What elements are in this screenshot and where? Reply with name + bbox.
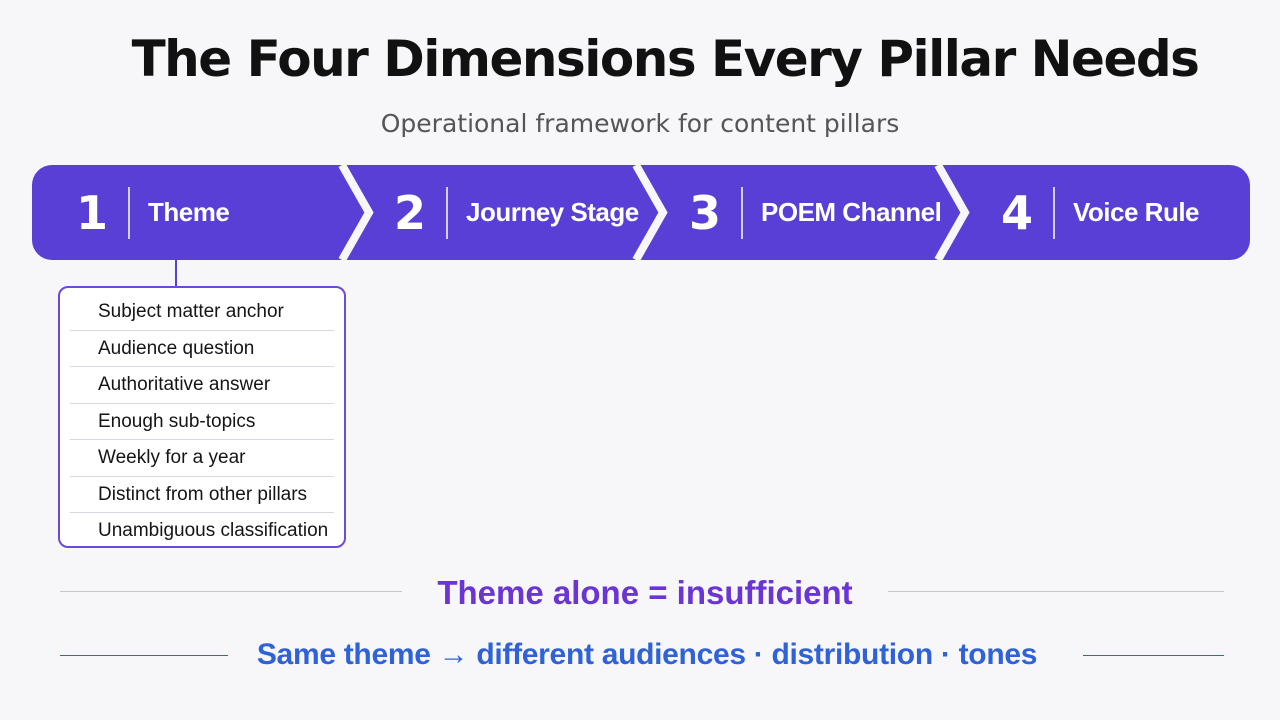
- step-number: 1: [75, 185, 108, 240]
- theme-criteria-card: Subject matter anchor Audience question …: [58, 286, 346, 548]
- step-journey-stage: 2 Journey Stage: [388, 165, 639, 260]
- list-item: Audience question: [70, 331, 334, 367]
- step-theme: 1 Theme: [70, 165, 230, 260]
- list-item: Unambiguous classification: [98, 520, 329, 541]
- callout-same-theme: Same theme → different audiences · distr…: [256, 638, 1038, 671]
- list-item: Enough sub-topics: [70, 404, 334, 440]
- callout-theme-insufficient: Theme alone = insufficient: [437, 574, 853, 611]
- theme-connector: [175, 260, 177, 288]
- chevron-separator-3: [934, 165, 970, 260]
- list-item: Weekly for a year: [70, 440, 334, 477]
- step-number: 4: [1000, 185, 1033, 240]
- chevron-separator-1: [338, 165, 374, 260]
- step-label: POEM Channel: [761, 197, 942, 227]
- list-item: Subject matter anchor: [70, 294, 334, 331]
- step-number: 3: [688, 185, 721, 240]
- step-label: Voice Rule: [1073, 197, 1200, 227]
- step-voice-rule: 4 Voice Rule: [995, 165, 1200, 260]
- page-subtitle: Operational framework for content pillar…: [380, 109, 900, 138]
- page-title: The Four Dimensions Every Pillar Needs: [131, 30, 1200, 88]
- step-label: Theme: [148, 197, 230, 227]
- step-divider: [1053, 186, 1055, 239]
- dimension-band: 1 Theme 2 Journey Stage 3 POEM Channel 4…: [32, 165, 1250, 260]
- step-poem-channel: 3 POEM Channel: [683, 165, 942, 260]
- list-item: Authoritative answer: [70, 367, 334, 404]
- chevron-separator-2: [632, 165, 668, 260]
- step-number: 2: [393, 185, 426, 240]
- step-label: Journey Stage: [466, 197, 639, 227]
- step-divider: [446, 186, 448, 239]
- step-divider: [741, 186, 743, 239]
- step-divider: [128, 186, 130, 239]
- list-item: Distinct from other pillars: [70, 477, 334, 513]
